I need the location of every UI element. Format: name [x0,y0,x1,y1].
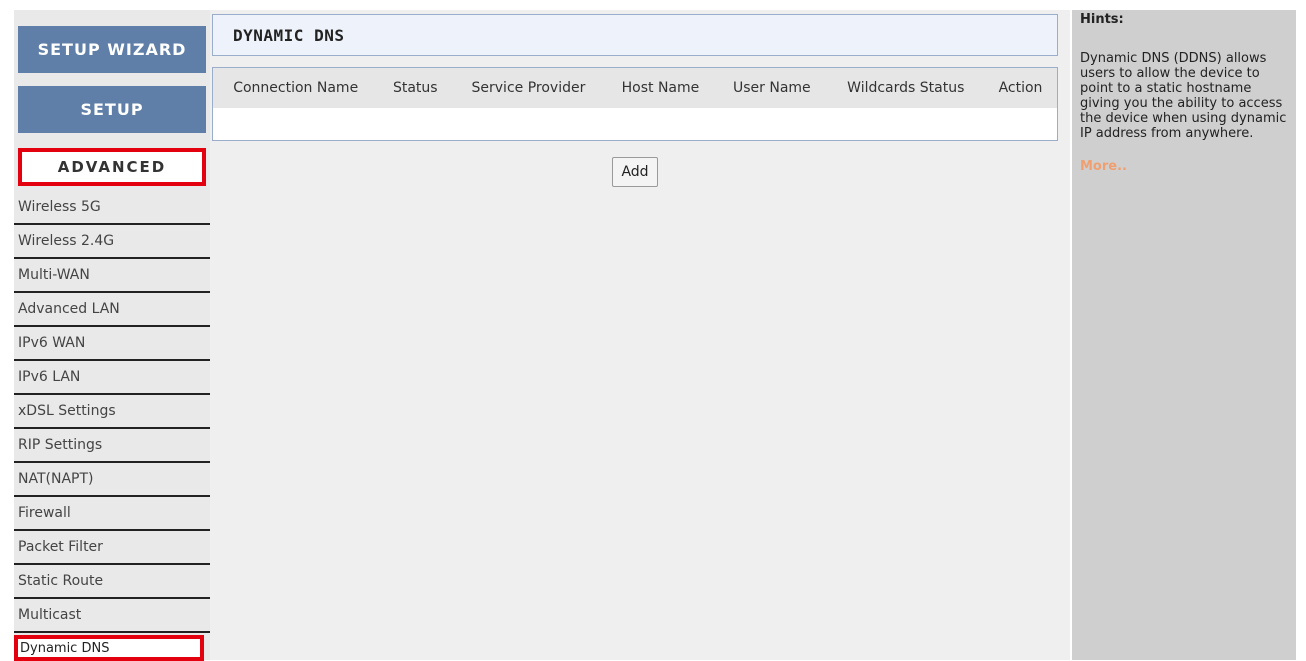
advanced-button[interactable]: ADVANCED [18,148,206,186]
page-title: DYNAMIC DNS [212,14,1058,56]
setup-wizard-button[interactable]: SETUP WIZARD [18,26,206,73]
table-header-row: Connection Name Status Service Provider … [212,67,1058,108]
nav-item-xdsl-settings[interactable]: xDSL Settings [14,395,210,429]
nav-item-ipv6-lan[interactable]: IPv6 LAN [14,361,210,395]
column-header-wildcards-status: Wildcards Status [847,79,965,96]
hints-text: Dynamic DNS (DDNS) allows users to allow… [1080,51,1287,141]
ddns-table: Connection Name Status Service Provider … [212,67,1058,141]
advanced-menu: Wireless 5G Wireless 2.4G Multi-WAN Adva… [14,191,210,661]
column-header-host-name: Host Name [621,79,700,96]
column-header-action: Action [998,79,1043,96]
add-button[interactable]: Add [612,157,658,187]
nav-item-multi-wan[interactable]: Multi-WAN [14,259,210,293]
nav-item-dynamic-dns[interactable]: Dynamic DNS [14,635,204,661]
nav-item-firewall[interactable]: Firewall [14,497,210,531]
nav-item-wireless-2-4g[interactable]: Wireless 2.4G [14,225,210,259]
setup-button[interactable]: SETUP [18,86,206,133]
nav-item-packet-filter[interactable]: Packet Filter [14,531,210,565]
more-link[interactable]: More.. [1080,159,1288,174]
nav-item-multicast[interactable]: Multicast [14,599,210,633]
nav-item-ipv6-wan[interactable]: IPv6 WAN [14,327,210,361]
hints-panel: Hints: Dynamic DNS (DDNS) allows users t… [1072,10,1296,660]
column-header-service-provider: Service Provider [471,79,586,96]
nav-item-nat-napt[interactable]: NAT(NAPT) [14,463,210,497]
column-header-status: Status [392,79,438,96]
hints-title: Hints: [1080,12,1124,27]
table-empty-row [212,107,1058,140]
column-header-connection-name: Connection Name [233,79,359,96]
nav-item-rip-settings[interactable]: RIP Settings [14,429,210,463]
column-header-user-name: User Name [732,79,811,96]
main-content: DYNAMIC DNS Connection Name Status Servi… [210,10,1070,660]
left-navigation: SETUP WIZARD SETUP ADVANCED Wireless 5G … [14,10,210,661]
nav-item-static-route[interactable]: Static Route [14,565,210,599]
nav-item-advanced-lan[interactable]: Advanced LAN [14,293,210,327]
nav-item-wireless-5g[interactable]: Wireless 5G [14,191,210,225]
